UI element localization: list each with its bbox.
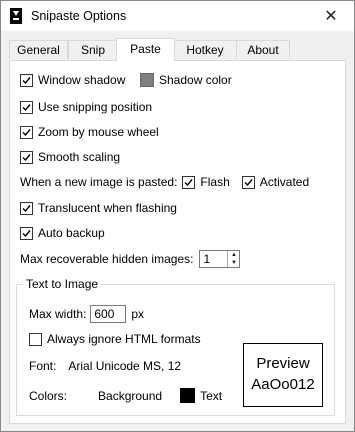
activated-label: Activated bbox=[259, 175, 310, 189]
max-width-input[interactable]: 600 bbox=[90, 305, 127, 323]
close-button[interactable]: ✕ bbox=[308, 1, 354, 31]
spin-arrows[interactable]: ▲ ▼ bbox=[227, 251, 239, 267]
text-preview: Preview AaOo012 bbox=[243, 343, 323, 407]
font-label: Font: bbox=[29, 359, 57, 373]
flash-label: Flash bbox=[200, 175, 230, 189]
shadow-color-label: Shadow color bbox=[159, 73, 232, 87]
colors-label: Colors: bbox=[29, 388, 68, 403]
window-title: Snipaste Options bbox=[31, 9, 127, 23]
spin-down-icon[interactable]: ▼ bbox=[231, 260, 237, 266]
close-icon: ✕ bbox=[324, 8, 338, 25]
new-image-row: When a new image is pasted: Flash Activa… bbox=[20, 175, 309, 189]
auto-backup-checkbox[interactable] bbox=[20, 226, 33, 240]
title-bar[interactable]: Snipaste Options ✕ bbox=[1, 1, 354, 31]
zoom-by-mouse-wheel-label: Zoom by mouse wheel bbox=[38, 125, 159, 139]
tab-about[interactable]: About bbox=[236, 40, 290, 59]
use-snipping-position-label: Use snipping position bbox=[38, 100, 153, 114]
tab-paste[interactable]: Paste bbox=[116, 38, 175, 61]
ignore-html-checkbox[interactable] bbox=[29, 332, 42, 346]
auto-backup-option[interactable]: Auto backup bbox=[20, 226, 105, 240]
smooth-scaling-checkbox[interactable] bbox=[20, 150, 33, 164]
max-width-label: Max width: bbox=[29, 307, 87, 321]
preview-title: Preview bbox=[256, 355, 310, 372]
tab-general[interactable]: General bbox=[9, 40, 68, 59]
shadow-color-option[interactable]: Shadow color bbox=[140, 73, 232, 87]
group-title: Text to Image bbox=[23, 277, 102, 291]
preview-sample: AaOo012 bbox=[251, 376, 315, 393]
text-to-image-group: Text to Image Max width: 600 px Always i… bbox=[16, 277, 335, 416]
text-color-swatch[interactable] bbox=[180, 388, 196, 403]
background-color-button[interactable]: Background bbox=[98, 389, 162, 403]
activated-checkbox[interactable] bbox=[241, 175, 255, 189]
window-shadow-label: Window shadow bbox=[38, 73, 126, 87]
max-width-row: Max width: 600 px bbox=[29, 305, 144, 323]
tab-snip[interactable]: Snip bbox=[68, 40, 118, 59]
ignore-html-label: Always ignore HTML formats bbox=[47, 332, 201, 346]
use-snipping-position-option[interactable]: Use snipping position bbox=[20, 100, 152, 114]
smooth-scaling-label: Smooth scaling bbox=[38, 150, 121, 164]
flash-option[interactable]: Flash bbox=[182, 175, 241, 189]
translucent-when-flashing-option[interactable]: Translucent when flashing bbox=[20, 201, 177, 215]
spin-up-icon[interactable]: ▲ bbox=[231, 252, 237, 258]
smooth-scaling-option[interactable]: Smooth scaling bbox=[20, 150, 120, 164]
snipaste-icon bbox=[9, 8, 23, 24]
zoom-by-mouse-wheel-option[interactable]: Zoom by mouse wheel bbox=[20, 125, 159, 139]
paste-panel: Window shadow Shadow color Use snipping … bbox=[9, 60, 346, 424]
translucent-when-flashing-checkbox[interactable] bbox=[20, 201, 33, 215]
tab-hotkey[interactable]: Hotkey bbox=[173, 40, 237, 59]
font-value[interactable]: Arial Unicode MS, 12 bbox=[68, 359, 181, 373]
max-hidden-label: Max recoverable hidden images: bbox=[20, 252, 194, 266]
window-shadow-checkbox[interactable] bbox=[20, 73, 33, 87]
max-width-unit: px bbox=[131, 307, 145, 321]
shadow-color-swatch[interactable] bbox=[140, 73, 154, 87]
text-color-button[interactable]: Text bbox=[180, 388, 222, 403]
new-image-label: When a new image is pasted: bbox=[20, 175, 178, 189]
zoom-by-mouse-wheel-checkbox[interactable] bbox=[20, 125, 33, 139]
max-hidden-spinbox[interactable]: 1 ▲ ▼ bbox=[199, 250, 241, 268]
max-hidden-row: Max recoverable hidden images: 1 ▲ ▼ bbox=[20, 250, 241, 268]
max-width-value: 600 bbox=[94, 307, 115, 321]
colors-row: Colors: Background Text bbox=[29, 388, 222, 403]
activated-option[interactable]: Activated bbox=[241, 175, 310, 189]
auto-backup-label: Auto backup bbox=[38, 226, 105, 240]
translucent-when-flashing-label: Translucent when flashing bbox=[38, 201, 177, 215]
font-row: Font: Arial Unicode MS, 12 bbox=[29, 359, 181, 373]
flash-checkbox[interactable] bbox=[182, 175, 196, 189]
ignore-html-option[interactable]: Always ignore HTML formats bbox=[29, 332, 201, 346]
use-snipping-position-checkbox[interactable] bbox=[20, 100, 33, 114]
text-color-label: Text bbox=[200, 388, 223, 403]
window-shadow-option[interactable]: Window shadow bbox=[20, 73, 125, 87]
max-hidden-value[interactable]: 1 bbox=[200, 252, 227, 266]
options-window: Snipaste Options ✕ General Snip Paste Ho… bbox=[0, 0, 355, 432]
